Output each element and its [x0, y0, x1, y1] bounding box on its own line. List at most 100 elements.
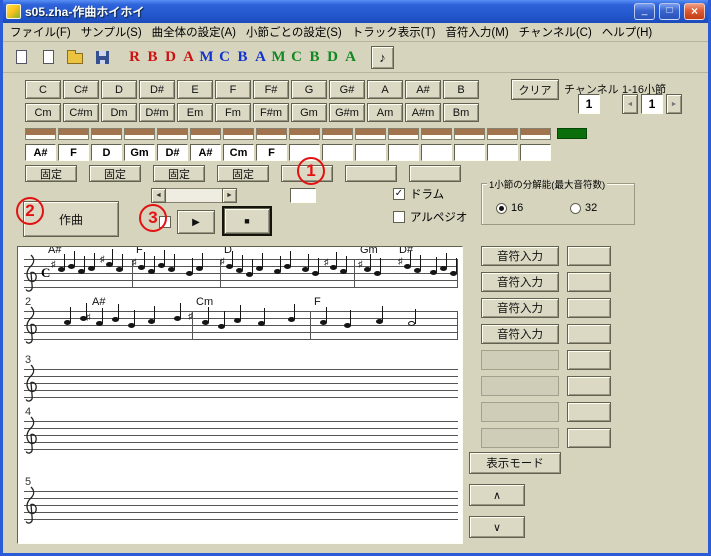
track-letter-button[interactable]: M [199, 49, 214, 66]
scroll-right-button[interactable]: ► [222, 188, 237, 203]
track-letter-button[interactable]: B [145, 49, 160, 66]
chord-button-Cm[interactable]: Cm [25, 103, 61, 122]
note-input-button[interactable]: 音符入力 [481, 324, 559, 344]
stop-button[interactable]: ■ [224, 208, 270, 234]
play-button[interactable]: ▶ [177, 210, 215, 234]
track-letter-button[interactable]: B [235, 49, 250, 66]
open-folder-icon[interactable] [65, 47, 85, 67]
fix-button[interactable]: 固定 [25, 165, 77, 182]
note-input-aux-button[interactable] [567, 272, 611, 292]
drums-checkbox[interactable]: ✓ [393, 188, 405, 200]
chord-button-Em[interactable]: Em [177, 103, 213, 122]
arpeggio-checkbox[interactable] [393, 211, 405, 223]
measure-value[interactable]: 1 [641, 94, 663, 114]
small-value-field[interactable] [290, 188, 316, 203]
chord-slot[interactable]: A# [190, 144, 221, 161]
note-input-aux-button[interactable] [567, 402, 611, 422]
menu-item[interactable]: ヘルプ(H) [597, 22, 657, 42]
note-tool-button[interactable]: ♪ [371, 46, 394, 69]
fix-button[interactable]: 固定 [89, 165, 141, 182]
menu-item[interactable]: 音符入力(M) [440, 22, 513, 42]
note-input-button[interactable]: 音符入力 [481, 298, 559, 318]
note-input-button[interactable]: 音符入力 [481, 272, 559, 292]
note-input-button[interactable]: 音符入力 [481, 246, 559, 266]
minimize-button[interactable]: _ [634, 3, 655, 20]
chord-button-Dm[interactable]: Dm [101, 103, 137, 122]
resolution-16-radio[interactable] [496, 203, 507, 214]
track-letter-button[interactable]: A [181, 49, 196, 66]
chord-slot[interactable] [388, 144, 419, 161]
chord-button-A[interactable]: A [367, 80, 403, 99]
chord-button-F[interactable]: F [215, 80, 251, 99]
chord-button-D[interactable]: D [101, 80, 137, 99]
chord-button-D#m[interactable]: D#m [139, 103, 175, 122]
chord-slot[interactable] [421, 144, 452, 161]
scroll-left-button[interactable]: ◄ [151, 188, 166, 203]
new-file-icon[interactable] [11, 47, 31, 67]
maximize-button[interactable]: □ [659, 3, 680, 20]
chord-button-Bm[interactable]: Bm [443, 103, 479, 122]
down-button[interactable]: ∨ [469, 516, 525, 538]
chord-button-Gm[interactable]: Gm [291, 103, 327, 122]
up-button[interactable]: ∧ [469, 484, 525, 506]
chord-slot[interactable]: F [58, 144, 89, 161]
clear-button[interactable]: クリア [511, 79, 559, 100]
chord-button-F#m[interactable]: F#m [253, 103, 289, 122]
menu-item[interactable]: ファイル(F) [5, 22, 76, 42]
track-letter-button[interactable]: R [127, 49, 142, 66]
chord-button-G#[interactable]: G# [329, 80, 365, 99]
chord-slot[interactable] [355, 144, 386, 161]
chord-button-A#m[interactable]: A#m [405, 103, 441, 122]
chord-slot[interactable] [487, 144, 518, 161]
chord-slot[interactable] [454, 144, 485, 161]
note-input-aux-button[interactable] [567, 376, 611, 396]
note-input-aux-button[interactable] [567, 246, 611, 266]
chord-slot[interactable]: Gm [124, 144, 155, 161]
note-input-aux-button[interactable] [567, 428, 611, 448]
track-letter-button[interactable]: D [163, 49, 178, 66]
chord-slot[interactable]: A# [25, 144, 56, 161]
fix-button[interactable]: 固定 [217, 165, 269, 182]
track-letter-button[interactable]: B [307, 49, 322, 66]
measure-prev-button[interactable]: ◄ [622, 94, 638, 114]
track-letter-button[interactable]: A [343, 49, 358, 66]
chord-button-F#[interactable]: F# [253, 80, 289, 99]
chord-button-C#m[interactable]: C#m [63, 103, 99, 122]
menu-item[interactable]: 小節ごとの設定(S) [241, 22, 347, 42]
chord-slot[interactable] [322, 144, 353, 161]
chord-button-G[interactable]: G [291, 80, 327, 99]
track-letter-button[interactable]: C [289, 49, 304, 66]
menu-item[interactable]: 曲全体の設定(A) [147, 22, 241, 42]
fix-button[interactable] [345, 165, 397, 182]
menu-item[interactable]: トラック表示(T) [347, 22, 441, 42]
note-input-aux-button[interactable] [567, 298, 611, 318]
chord-button-C[interactable]: C [25, 80, 61, 99]
note-input-aux-button[interactable] [567, 350, 611, 370]
chord-slot[interactable]: D# [157, 144, 188, 161]
note-input-aux-button[interactable] [567, 324, 611, 344]
chord-slot[interactable]: D [91, 144, 122, 161]
resolution-32-radio[interactable] [570, 203, 581, 214]
track-letter-button[interactable]: A [253, 49, 268, 66]
chord-button-D#[interactable]: D# [139, 80, 175, 99]
chord-button-E[interactable]: E [177, 80, 213, 99]
fix-button[interactable] [409, 165, 461, 182]
chord-button-A#[interactable]: A# [405, 80, 441, 99]
chord-slot[interactable]: Cm [223, 144, 254, 161]
track-letter-button[interactable]: C [217, 49, 232, 66]
close-button[interactable]: × [684, 3, 705, 20]
chord-button-Fm[interactable]: Fm [215, 103, 251, 122]
track-letter-button[interactable]: D [325, 49, 340, 66]
save-icon[interactable] [92, 47, 112, 67]
menu-item[interactable]: チャンネル(C) [514, 22, 597, 42]
menu-item[interactable]: サンプル(S) [76, 22, 147, 42]
copy-file-icon[interactable] [38, 47, 58, 67]
chord-slot[interactable]: F [256, 144, 287, 161]
channel-value[interactable]: 1 [578, 94, 600, 114]
chord-button-C#[interactable]: C# [63, 80, 99, 99]
fix-button[interactable]: 固定 [153, 165, 205, 182]
chord-button-B[interactable]: B [443, 80, 479, 99]
track-letter-button[interactable]: M [271, 49, 286, 66]
chord-slot[interactable] [520, 144, 551, 161]
scrollbar-track[interactable] [166, 188, 222, 203]
